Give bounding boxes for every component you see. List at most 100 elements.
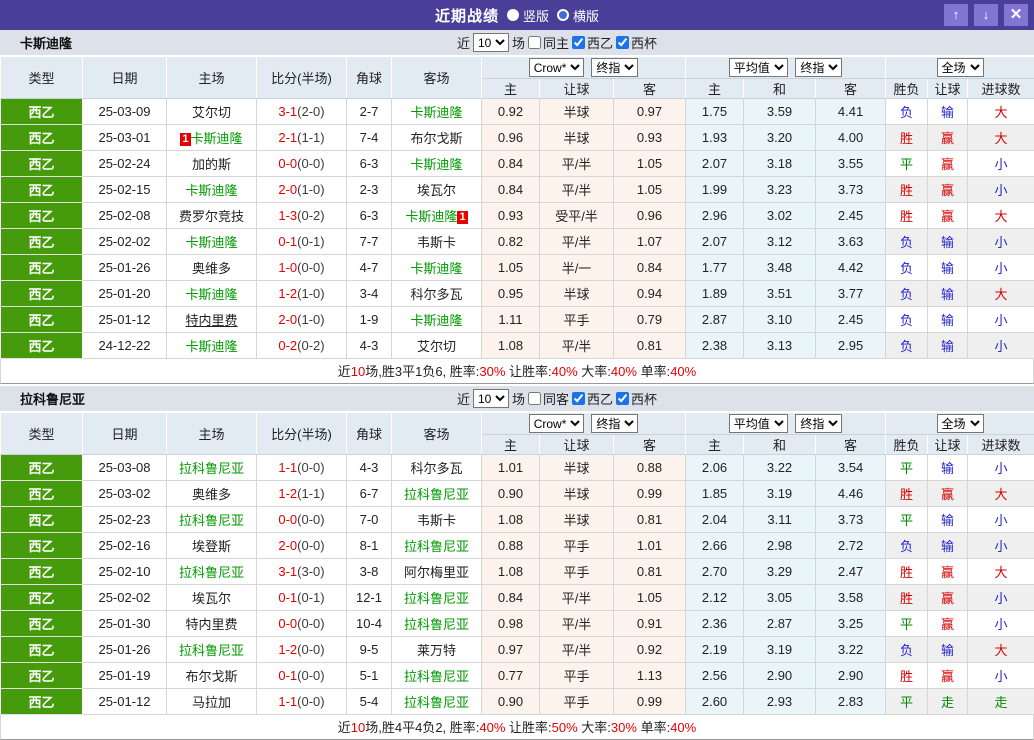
- league-checkbox[interactable]: 西乙: [572, 389, 613, 408]
- halftime-score: (0-0): [297, 616, 324, 631]
- match-count-select[interactable]: 10: [473, 389, 509, 408]
- avg-home-cell: 2.12: [686, 585, 744, 611]
- league-checkbox-input[interactable]: [572, 36, 585, 49]
- odds-company-select[interactable]: Crow*: [529, 58, 584, 77]
- same-side-checkbox-input[interactable]: [528, 36, 541, 49]
- away-team-name[interactable]: 科尔多瓦: [410, 287, 462, 302]
- home-team-name[interactable]: 卡斯迪隆: [185, 339, 237, 354]
- result-goals-cell: 小: [968, 151, 1034, 177]
- away-team-name[interactable]: 卡斯迪隆: [410, 313, 462, 328]
- away-team-name[interactable]: 卡斯迪隆: [410, 157, 462, 172]
- home-team-name[interactable]: 艾尔切: [192, 105, 231, 120]
- odds-away-cell: 0.81: [614, 559, 686, 585]
- home-team-name[interactable]: 拉科鲁尼亚: [179, 461, 244, 476]
- home-team-name[interactable]: 卡斯迪隆: [191, 131, 243, 146]
- same-side-checkbox[interactable]: 同客: [528, 389, 569, 408]
- avg-away-cell: 3.25: [816, 611, 886, 637]
- home-team-name[interactable]: 特内里费: [185, 313, 237, 328]
- home-team-name[interactable]: 布尔戈斯: [185, 669, 237, 684]
- home-team-name[interactable]: 卡斯迪隆: [185, 235, 237, 250]
- score-cell: 2-0(1-0): [257, 177, 347, 203]
- home-team-name[interactable]: 奥维多: [192, 487, 231, 502]
- away-team-name[interactable]: 拉科鲁尼亚: [404, 539, 469, 554]
- avg-company-select[interactable]: 平均值: [729, 58, 788, 77]
- away-team-name[interactable]: 拉科鲁尼亚: [404, 591, 469, 606]
- move-down-button[interactable]: ↓: [974, 4, 998, 26]
- cup-checkbox-input[interactable]: [616, 392, 629, 405]
- away-team-name[interactable]: 拉科鲁尼亚: [404, 617, 469, 632]
- home-team-name[interactable]: 奥维多: [192, 261, 231, 276]
- away-team-name[interactable]: 拉科鲁尼亚: [404, 669, 469, 684]
- result-goals-cell: 大: [968, 481, 1034, 507]
- avg-stage-select[interactable]: 终指: [795, 58, 842, 77]
- cup-checkbox[interactable]: 西杯: [616, 389, 657, 408]
- away-team-name[interactable]: 卡斯迪隆: [405, 209, 457, 224]
- fulltime-score: 0-1: [278, 668, 297, 683]
- odds-stage-select[interactable]: 终指: [591, 58, 638, 77]
- odds-home-cell: 0.90: [482, 481, 540, 507]
- scope-select[interactable]: 全场: [937, 58, 984, 77]
- avg-stage-select[interactable]: 终指: [795, 414, 842, 433]
- fulltime-score: 0-0: [278, 512, 297, 527]
- away-team-name[interactable]: 布尔戈斯: [410, 131, 462, 146]
- fulltime-score: 3-1: [278, 564, 297, 579]
- match-row: 西乙25-01-26拉科鲁尼亚1-2(0-0)9-5莱万特0.97平/半0.92…: [1, 637, 1034, 663]
- corner-cell: 3-8: [347, 559, 392, 585]
- result-goals-cell: 小: [968, 507, 1034, 533]
- home-team-name[interactable]: 费罗尔竞技: [179, 209, 244, 224]
- layout-radio-horizontal[interactable]: 横版: [557, 6, 599, 25]
- league-checkbox[interactable]: 西乙: [572, 33, 613, 52]
- away-team-name[interactable]: 卡斯迪隆: [410, 261, 462, 276]
- avg-company-select[interactable]: 平均值: [729, 414, 788, 433]
- away-team-name[interactable]: 科尔多瓦: [410, 461, 462, 476]
- match-type-cell: 西乙: [1, 333, 83, 359]
- home-team-name[interactable]: 拉科鲁尼亚: [179, 513, 244, 528]
- away-team-name[interactable]: 韦斯卡: [417, 235, 456, 250]
- home-team-name[interactable]: 加的斯: [192, 157, 231, 172]
- avg-away-cell: 3.73: [816, 507, 886, 533]
- result-outcome-cell: 胜: [886, 177, 928, 203]
- avg-draw-cell: 3.11: [744, 507, 816, 533]
- avg-draw-cell: 2.93: [744, 689, 816, 715]
- move-up-button[interactable]: ↑: [944, 4, 968, 26]
- cup-checkbox-input[interactable]: [616, 36, 629, 49]
- away-team-name[interactable]: 阿尔梅里亚: [404, 565, 469, 580]
- home-team-name[interactable]: 卡斯迪隆: [185, 287, 237, 302]
- match-row: 西乙25-02-23拉科鲁尼亚0-0(0-0)7-0韦斯卡1.08半球0.812…: [1, 507, 1034, 533]
- fulltime-score: 1-2: [278, 642, 297, 657]
- home-team-name[interactable]: 埃登斯: [192, 539, 231, 554]
- away-team-name[interactable]: 卡斯迪隆: [410, 105, 462, 120]
- handicap-cell: 平/半: [540, 177, 614, 203]
- layout-radio-vertical[interactable]: 竖版: [507, 6, 549, 25]
- summary-text: 让胜率:: [505, 720, 551, 735]
- away-team-name[interactable]: 埃瓦尔: [417, 183, 456, 198]
- away-team-name[interactable]: 韦斯卡: [417, 513, 456, 528]
- odds-company-select[interactable]: Crow*: [529, 414, 584, 433]
- home-team-name[interactable]: 特内里费: [185, 617, 237, 632]
- league-checkbox-input[interactable]: [572, 392, 585, 405]
- corner-cell: 6-3: [347, 151, 392, 177]
- odds-home-cell: 1.08: [482, 507, 540, 533]
- same-side-checkbox[interactable]: 同主: [528, 33, 569, 52]
- away-team-name[interactable]: 拉科鲁尼亚: [404, 695, 469, 710]
- cup-checkbox[interactable]: 西杯: [616, 33, 657, 52]
- handicap-cell: 平手: [540, 307, 614, 333]
- result-outcome-cell: 胜: [886, 481, 928, 507]
- close-button[interactable]: ✕: [1004, 4, 1028, 26]
- away-team-name[interactable]: 莱万特: [417, 643, 456, 658]
- away-team-name[interactable]: 艾尔切: [417, 339, 456, 354]
- away-team-cell: 拉科鲁尼亚: [392, 689, 482, 715]
- match-row: 西乙25-02-02卡斯迪隆0-1(0-1)7-7韦斯卡0.82平/半1.072…: [1, 229, 1034, 255]
- same-side-checkbox-input[interactable]: [528, 392, 541, 405]
- home-team-name[interactable]: 拉科鲁尼亚: [179, 565, 244, 580]
- home-team-name[interactable]: 拉科鲁尼亚: [179, 643, 244, 658]
- match-count-select[interactable]: 10: [473, 33, 509, 52]
- match-row: 西乙25-02-16埃登斯2-0(0-0)8-1拉科鲁尼亚0.88平手1.012…: [1, 533, 1034, 559]
- home-team-name[interactable]: 马拉加: [192, 695, 231, 710]
- away-team-name[interactable]: 拉科鲁尼亚: [404, 487, 469, 502]
- home-team-name[interactable]: 卡斯迪隆: [185, 183, 237, 198]
- result-outcome-cell: 平: [886, 611, 928, 637]
- scope-select[interactable]: 全场: [937, 414, 984, 433]
- home-team-name[interactable]: 埃瓦尔: [192, 591, 231, 606]
- odds-stage-select[interactable]: 终指: [591, 414, 638, 433]
